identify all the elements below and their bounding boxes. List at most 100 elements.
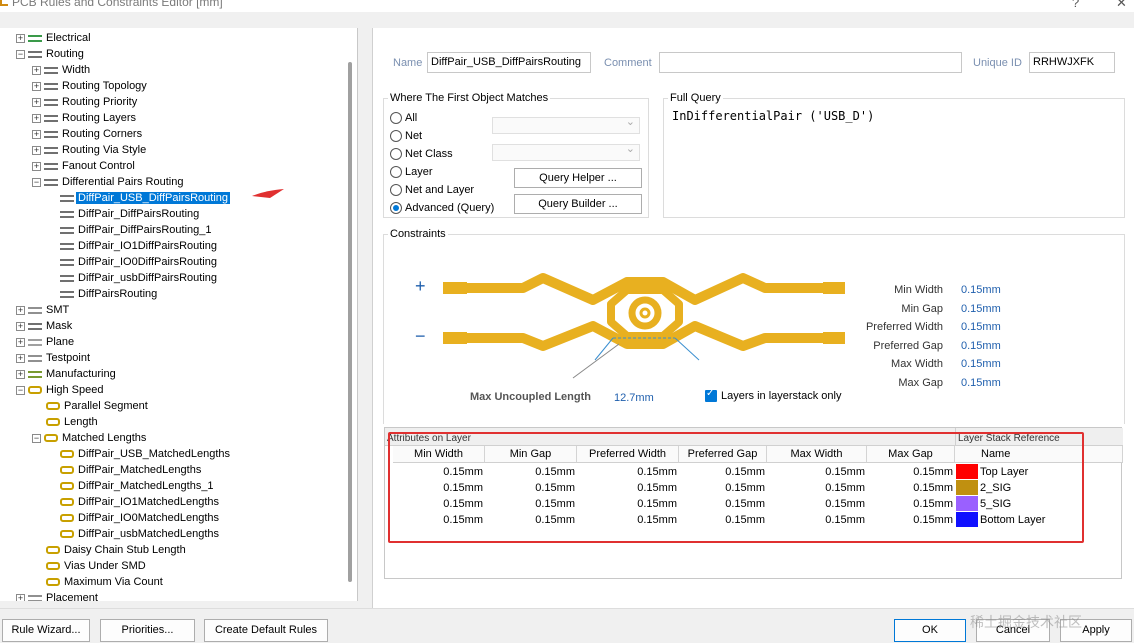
table-cell[interactable]: 0.15mm — [767, 512, 865, 528]
table-cell[interactable]: 0.15mm — [393, 496, 483, 512]
tree-item[interactable]: DiffPairsRouting — [46, 286, 159, 302]
tree-item[interactable]: − Matched Lengths — [32, 430, 148, 446]
tree-item[interactable]: DiffPair_usbDiffPairsRouting — [46, 270, 219, 286]
tree-item[interactable]: Length — [32, 414, 100, 430]
tree-item[interactable]: DiffPair_IO0MatchedLengths — [46, 510, 221, 526]
table-cell[interactable]: 0.15mm — [577, 480, 677, 496]
table-cell[interactable]: 0.15mm — [679, 480, 765, 496]
table-cell[interactable]: 0.15mm — [485, 512, 575, 528]
expand-icon[interactable]: + — [32, 161, 41, 171]
expand-icon[interactable]: + — [16, 353, 25, 363]
column-header[interactable]: Min Gap — [485, 446, 577, 463]
table-cell[interactable]: 0.15mm — [767, 464, 865, 480]
radio-layer[interactable]: Layer — [390, 164, 433, 180]
expand-icon[interactable]: + — [32, 81, 41, 91]
tree-item[interactable]: DiffPair_IO0DiffPairsRouting — [46, 254, 219, 270]
constraint-value[interactable]: 0.15mm — [961, 358, 1001, 370]
tree-item[interactable]: + Width — [32, 62, 92, 78]
radio-net-class[interactable]: Net Class — [390, 146, 453, 162]
expand-icon[interactable]: + — [16, 33, 25, 43]
table-cell[interactable]: 0.15mm — [485, 480, 575, 496]
match-combo-1[interactable] — [492, 115, 640, 134]
expand-icon[interactable]: + — [32, 65, 41, 75]
match-combo-2[interactable] — [492, 142, 640, 161]
tree-item[interactable]: + Electrical — [16, 30, 93, 46]
tree-item[interactable]: + SMT — [16, 302, 71, 318]
query-builder-button[interactable]: Query Builder ... — [514, 194, 642, 214]
tree-item[interactable]: + Mask — [16, 318, 74, 334]
expand-icon[interactable]: + — [32, 97, 41, 107]
table-cell[interactable]: 0.15mm — [485, 496, 575, 512]
expand-icon[interactable]: + — [16, 337, 25, 347]
tree-scrollbar[interactable] — [348, 62, 352, 582]
tree-item[interactable]: − Routing — [16, 46, 86, 62]
table-cell[interactable]: 0.15mm — [767, 480, 865, 496]
tree-item[interactable]: DiffPair_IO1DiffPairsRouting — [46, 238, 219, 254]
table-cell[interactable]: 0.15mm — [767, 496, 865, 512]
table-cell[interactable]: 0.15mm — [393, 464, 483, 480]
rule-name-field[interactable]: DiffPair_USB_DiffPairsRouting — [427, 52, 591, 73]
radio-net-circle[interactable] — [390, 130, 402, 143]
radio-all[interactable]: All — [390, 110, 417, 126]
table-cell[interactable]: 0.15mm — [393, 512, 483, 528]
tree-item[interactable]: + Routing Topology — [32, 78, 149, 94]
tree-item[interactable]: + Routing Corners — [32, 126, 144, 142]
collapse-icon[interactable]: − — [32, 177, 41, 187]
tree-item[interactable]: DiffPair_DiffPairsRouting_1 — [46, 222, 214, 238]
expand-icon[interactable]: + — [32, 113, 41, 123]
constraint-value[interactable]: 0.15mm — [961, 340, 1001, 352]
create-default-rules-button[interactable]: Create Default Rules — [204, 619, 328, 642]
constraint-value[interactable]: 0.15mm — [961, 284, 1001, 296]
tree-item[interactable]: DiffPair_USB_DiffPairsRouting — [46, 190, 230, 206]
expand-icon[interactable]: + — [32, 145, 41, 155]
table-row[interactable]: 0.15mm 0.15mm 0.15mm 0.15mm 0.15mm 0.15mm Top … — [385, 464, 1121, 480]
full-query-text[interactable]: InDifferentialPair ('USB_D') — [672, 109, 874, 123]
radio-net-and-layer[interactable]: Net and Layer — [390, 182, 474, 198]
close-button[interactable]: ✕ — [1116, 0, 1127, 11]
tree-item[interactable]: + Testpoint — [16, 350, 92, 366]
column-header[interactable]: Preferred Width — [577, 446, 679, 463]
tree-item[interactable]: − Differential Pairs Routing — [32, 174, 185, 190]
tree-item[interactable]: Parallel Segment — [32, 398, 150, 414]
column-header[interactable]: Max Gap — [867, 446, 955, 463]
collapse-icon[interactable]: − — [16, 385, 25, 395]
tree-item[interactable]: + Routing Layers — [32, 110, 138, 126]
table-cell[interactable]: 0.15mm — [679, 496, 765, 512]
table-cell[interactable]: 0.15mm — [577, 464, 677, 480]
table-cell[interactable]: 0.15mm — [679, 512, 765, 528]
constraint-value[interactable]: 0.15mm — [961, 377, 1001, 389]
expand-icon[interactable]: + — [16, 593, 25, 601]
radio-layer-circle[interactable] — [390, 166, 402, 179]
tree-item[interactable]: DiffPair_IO1MatchedLengths — [46, 494, 221, 510]
rules-tree[interactable]: + Electrical − Routing + Width + Routing Topolo… — [0, 28, 358, 601]
expand-icon[interactable]: + — [16, 305, 25, 315]
checkbox-check-icon[interactable] — [705, 388, 717, 403]
radio-net-and-layer-circle[interactable] — [390, 184, 402, 197]
expand-icon[interactable]: + — [16, 369, 25, 379]
priorities-button[interactable]: Priorities... — [100, 619, 195, 642]
column-header[interactable]: Max Width — [767, 446, 867, 463]
table-cell[interactable]: 0.15mm — [577, 496, 677, 512]
table-cell[interactable]: 0.15mm — [867, 512, 953, 528]
tree-item[interactable]: DiffPair_MatchedLengths — [46, 462, 203, 478]
tree-item[interactable]: DiffPair_MatchedLengths_1 — [46, 478, 216, 494]
collapse-icon[interactable]: − — [32, 433, 41, 443]
table-cell[interactable]: 0.15mm — [485, 464, 575, 480]
column-header[interactable]: Min Width — [393, 446, 485, 463]
tree-item[interactable]: Vias Under SMD — [32, 558, 148, 574]
table-cell[interactable]: 0.15mm — [393, 480, 483, 496]
tree-item[interactable]: + Routing Via Style — [32, 142, 148, 158]
radio-net[interactable]: Net — [390, 128, 422, 144]
column-header[interactable]: Preferred Gap — [679, 446, 767, 463]
column-header[interactable]: Name — [955, 446, 1123, 463]
unique-id-field[interactable]: RRHWJXFK — [1029, 52, 1115, 73]
radio-advanced-query[interactable]: Advanced (Query) — [390, 200, 494, 216]
tree-item[interactable]: − High Speed — [16, 382, 106, 398]
table-row[interactable]: 0.15mm 0.15mm 0.15mm 0.15mm 0.15mm 0.15mm 2_SI… — [385, 480, 1121, 496]
rule-wizard-button[interactable]: Rule Wizard... — [2, 619, 90, 642]
constraint-value[interactable]: 0.15mm — [961, 321, 1001, 333]
table-row[interactable]: 0.15mm 0.15mm 0.15mm 0.15mm 0.15mm 0.15mm 5_SI… — [385, 496, 1121, 512]
radio-advanced-query-circle[interactable] — [390, 202, 402, 215]
radio-all-circle[interactable] — [390, 112, 402, 125]
query-helper-button[interactable]: Query Helper ... — [514, 168, 642, 188]
